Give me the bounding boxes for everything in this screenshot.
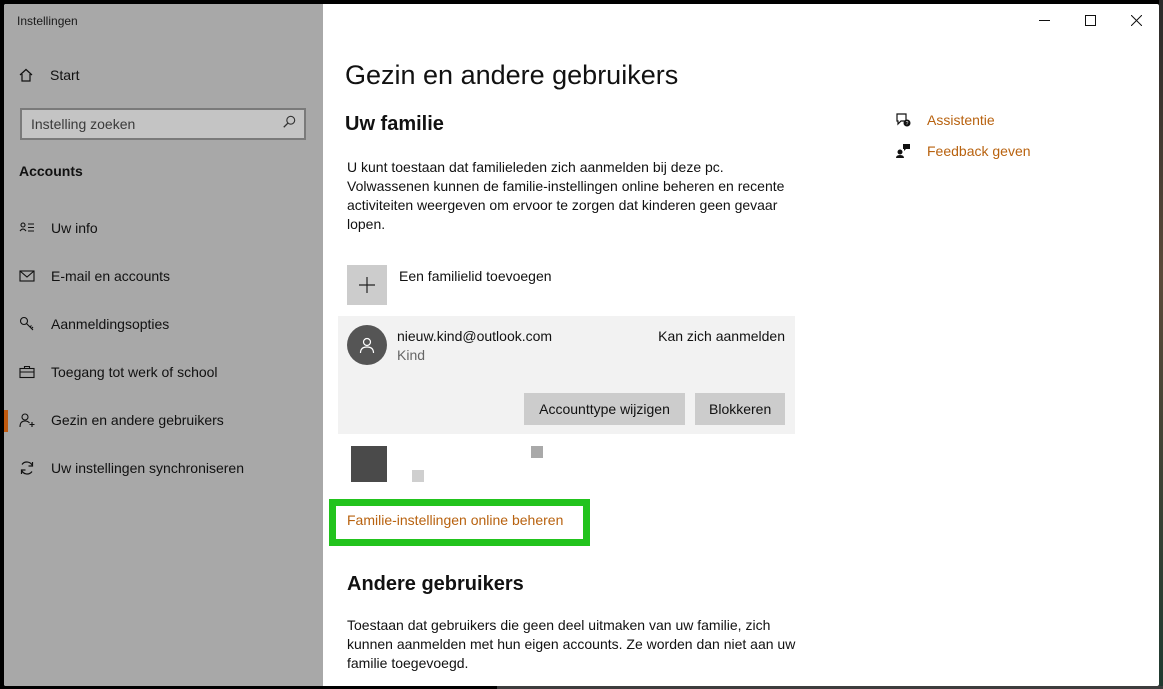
sidebar-item-signin-options[interactable]: Aanmeldingsopties	[4, 300, 323, 348]
minimize-button[interactable]	[1021, 4, 1067, 36]
sidebar-item-label: Aanmeldingsopties	[51, 316, 170, 332]
add-family-member-button[interactable]: Een familielid toevoegen	[347, 265, 552, 305]
sidebar-item-label: Gezin en andere gebruikers	[51, 412, 224, 428]
background-strip	[1159, 0, 1163, 689]
sidebar-item-sync[interactable]: Uw instellingen synchroniseren	[4, 444, 323, 492]
sidebar-item-uw-info[interactable]: Uw info	[4, 204, 323, 252]
member-email: nieuw.kind@outlook.com	[397, 328, 553, 344]
window-controls	[1021, 4, 1159, 36]
sidebar-nav: Uw info E-mail en accounts Aanmeldingsop…	[4, 204, 323, 492]
plus-icon	[347, 265, 387, 305]
loading-placeholder	[412, 470, 424, 482]
sidebar-item-email[interactable]: E-mail en accounts	[4, 252, 323, 300]
close-icon	[1130, 14, 1142, 26]
related-links: ? Assistentie Feedback geven	[895, 104, 1031, 166]
family-member-card[interactable]: nieuw.kind@outlook.com Kind Kan zich aan…	[338, 316, 795, 434]
other-users-title: Andere gebruikers	[347, 573, 524, 595]
nav-home-label: Start	[50, 67, 80, 83]
sidebar-item-family[interactable]: Gezin en andere gebruikers	[4, 396, 323, 444]
sidebar: Instellingen Start Accounts Uw info	[4, 4, 323, 686]
close-button[interactable]	[1113, 4, 1159, 36]
briefcase-icon	[19, 364, 35, 380]
feedback-icon	[896, 143, 910, 158]
search-box[interactable]	[20, 108, 306, 140]
user-card-icon	[19, 220, 35, 236]
home-icon	[18, 67, 34, 83]
main-content: Gezin en andere gebruikers Uw familie U …	[323, 4, 1159, 686]
avatar	[347, 325, 387, 365]
other-users-description: Toestaan dat gebruikers die geen deel ui…	[347, 617, 796, 671]
block-button[interactable]: Blokkeren	[695, 393, 785, 425]
settings-window: Instellingen Start Accounts Uw info	[4, 4, 1159, 686]
add-family-member-label: Een familielid toevoegen	[399, 268, 552, 284]
page-title: Gezin en andere gebruikers	[345, 60, 679, 90]
loading-avatar-placeholder	[351, 446, 387, 482]
search-input[interactable]	[31, 116, 271, 132]
help-link-label: Assistentie	[927, 111, 995, 128]
family-description: U kunt toestaan dat familieleden zich aa…	[347, 159, 785, 232]
change-account-type-button[interactable]: Accounttype wijzigen	[524, 393, 685, 425]
mail-icon	[19, 268, 35, 284]
search-icon[interactable]	[282, 115, 296, 134]
svg-text:?: ?	[906, 121, 909, 127]
key-icon	[19, 316, 35, 332]
sidebar-item-label: Uw instellingen synchroniseren	[51, 460, 244, 476]
manage-family-online-link[interactable]: Familie-instellingen online beheren	[347, 512, 563, 528]
loading-placeholder	[531, 446, 543, 458]
maximize-button[interactable]	[1067, 4, 1113, 36]
sidebar-item-label: Toegang tot werk of school	[51, 364, 218, 380]
family-section-title: Uw familie	[345, 113, 444, 135]
maximize-icon	[1084, 14, 1096, 26]
section-title: Accounts	[19, 163, 83, 179]
minimize-icon	[1038, 19, 1050, 21]
person-icon	[359, 337, 375, 354]
member-status: Kan zich aanmelden	[658, 328, 785, 344]
nav-home[interactable]: Start	[18, 67, 80, 83]
help-chat-icon: ?	[896, 112, 911, 127]
add-person-icon	[19, 412, 35, 428]
help-link[interactable]: ? Assistentie	[895, 104, 1031, 135]
sidebar-item-work-school[interactable]: Toegang tot werk of school	[4, 348, 323, 396]
app-title: Instellingen	[17, 14, 78, 28]
sync-icon	[19, 460, 35, 476]
feedback-link-label: Feedback geven	[927, 142, 1031, 159]
feedback-link[interactable]: Feedback geven	[895, 135, 1031, 166]
member-role: Kind	[397, 347, 426, 363]
sidebar-item-label: E-mail en accounts	[51, 268, 171, 284]
sidebar-item-label: Uw info	[51, 220, 98, 236]
